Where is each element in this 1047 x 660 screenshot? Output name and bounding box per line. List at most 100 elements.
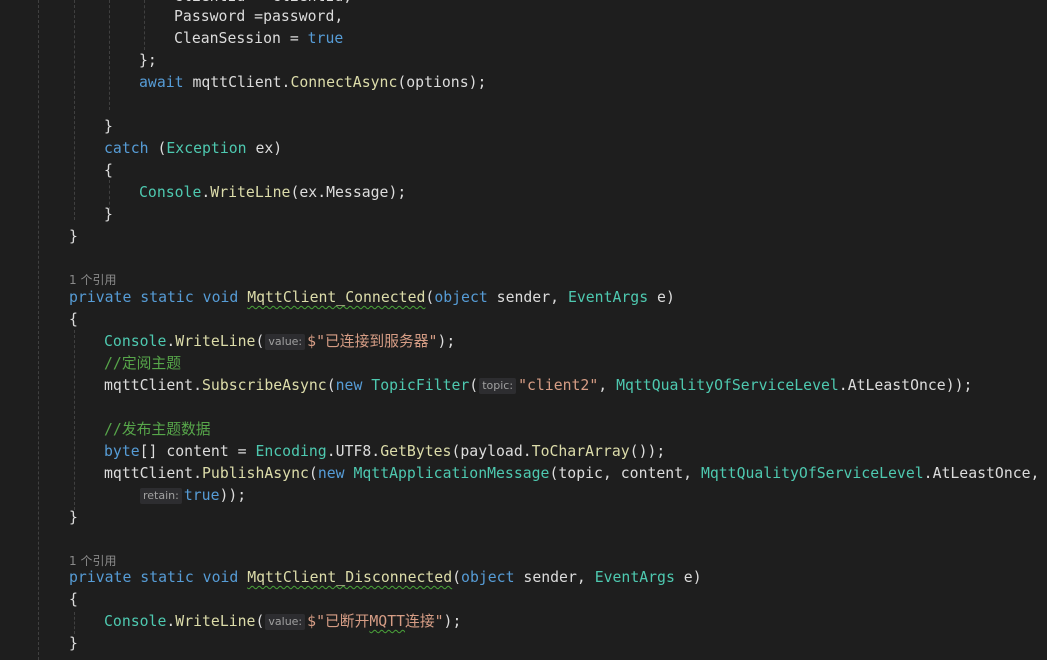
code-text: ClientId = clientId, — [174, 0, 352, 5]
keyword: void — [202, 289, 239, 306]
code-text: { — [104, 162, 113, 179]
method-name: MqttClient_Disconnected — [247, 569, 453, 586]
comment-line[interactable]: //定阅主题 — [104, 353, 181, 375]
code-text: . — [201, 184, 211, 201]
keyword: new — [317, 465, 345, 482]
code-line[interactable]: { — [69, 589, 78, 611]
indent-guide — [38, 0, 39, 660]
code-text: ( — [425, 289, 435, 306]
code-line[interactable]: Console.WriteLine(ex.Message); — [139, 182, 406, 204]
code-line[interactable]: } — [69, 507, 78, 529]
code-line[interactable]: } — [69, 226, 78, 248]
keyword: catch — [104, 140, 149, 157]
code-text: } — [104, 118, 113, 135]
keyword: true — [307, 30, 344, 47]
method-name: WriteLine — [210, 184, 291, 201]
code-text: ( — [308, 465, 318, 482]
code-text: , — [598, 377, 617, 394]
code-editor[interactable]: ClientId = clientId, Password =password,… — [0, 0, 1047, 660]
keyword: await — [139, 74, 184, 91]
code-text: .AtLeastOnce)); — [838, 377, 973, 394]
comment: //定阅主题 — [104, 355, 182, 372]
code-text: sender, — [487, 289, 568, 306]
code-text: mqttClient. — [104, 377, 202, 394]
code-line[interactable]: Password =password, — [174, 6, 343, 28]
comment: //发布主题数据 — [104, 421, 211, 438]
type-name: Exception — [166, 140, 247, 157]
code-line[interactable]: { — [104, 160, 113, 182]
parameter-hint: value: — [265, 614, 306, 630]
code-text: (topic, content, — [549, 465, 701, 482]
code-text: (ex.Message); — [290, 184, 407, 201]
type-name: EventArgs — [567, 289, 649, 306]
keyword: object — [434, 289, 488, 306]
string-literal: MQTT — [369, 613, 406, 630]
code-text: mqttClient. — [183, 74, 291, 91]
parameter-hint: retain: — [140, 488, 182, 504]
keyword: private — [69, 289, 132, 306]
method-name: PublishAsync — [202, 465, 309, 482]
code-text: (options); — [397, 74, 487, 91]
code-text: ( — [452, 569, 462, 586]
method-name: ConnectAsync — [290, 74, 398, 91]
code-text: }; — [139, 52, 157, 69]
type-name: MqttQualityOfServiceLevel — [700, 465, 924, 482]
code-text: sender, — [514, 569, 595, 586]
type-name: Encoding — [255, 443, 327, 460]
parameter-hint: value: — [265, 334, 306, 350]
type-name: MqttApplicationMessage — [353, 465, 550, 482]
type-name: Console — [104, 333, 167, 350]
code-text: ( — [326, 377, 336, 394]
code-text: . — [166, 613, 176, 630]
code-text: } — [69, 635, 78, 652]
code-line[interactable]: }; — [139, 50, 157, 72]
code-line[interactable]: CleanSession = true — [174, 28, 343, 50]
code-line[interactable]: } — [104, 116, 113, 138]
method-signature[interactable]: private static void MqttClient_Connected… — [69, 287, 675, 309]
code-line[interactable]: Console.WriteLine(value: $"已断开MQTT连接"); — [104, 611, 461, 633]
code-text: ()); — [629, 443, 666, 460]
code-line[interactable]: } — [69, 633, 78, 655]
code-text: (payload. — [451, 443, 532, 460]
code-text: { — [69, 591, 78, 608]
code-line[interactable]: mqttClient.PublishAsync(new MqttApplicat… — [104, 463, 1039, 485]
code-text: . — [166, 333, 176, 350]
comment-line[interactable]: //发布主题数据 — [104, 419, 211, 441]
indent-guide — [109, 0, 110, 110]
code-line[interactable]: retain: true)); — [139, 485, 246, 507]
code-line[interactable]: catch (Exception ex) — [104, 138, 282, 160]
code-line[interactable]: byte[] content = Encoding.UTF8.GetBytes(… — [104, 441, 665, 463]
method-name: MqttClient_Connected — [247, 289, 426, 306]
code-line[interactable]: Console.WriteLine(value: $"已连接到服务器"); — [104, 331, 455, 353]
keyword: new — [335, 377, 363, 394]
code-text: [] content = — [139, 443, 256, 460]
indent-guide — [144, 0, 145, 50]
type-name: EventArgs — [594, 569, 675, 586]
code-line[interactable]: await mqttClient.ConnectAsync(options); — [139, 72, 486, 94]
method-name: ToCharArray — [531, 443, 630, 460]
code-line[interactable]: } — [104, 204, 113, 226]
code-text: } — [69, 509, 78, 526]
string-literal: $"已连接到服务器" — [307, 333, 438, 350]
parameter-hint: topic: — [479, 378, 517, 394]
code-text: ex) — [246, 140, 283, 157]
type-name: Console — [104, 613, 167, 630]
indent-guide — [74, 0, 75, 220]
keyword: static — [140, 569, 194, 586]
type-name: TopicFilter — [371, 377, 470, 394]
code-text: e) — [674, 569, 702, 586]
code-text: ); — [443, 613, 462, 630]
type-name: MqttQualityOfServiceLevel — [616, 377, 839, 394]
code-text: Password =password, — [174, 8, 344, 25]
code-line[interactable]: mqttClient.SubscribeAsync(new TopicFilte… — [104, 375, 972, 397]
keyword: static — [140, 289, 194, 306]
code-text: ); — [437, 333, 456, 350]
keyword: private — [69, 569, 132, 586]
code-text: .UTF8. — [326, 443, 381, 460]
method-name: WriteLine — [175, 613, 256, 630]
code-line[interactable]: { — [69, 309, 78, 331]
method-signature[interactable]: private static void MqttClient_Disconnec… — [69, 567, 702, 589]
code-text: e) — [648, 289, 675, 306]
keyword: byte — [104, 443, 140, 460]
code-text: .AtLeastOnce, — [923, 465, 1040, 482]
